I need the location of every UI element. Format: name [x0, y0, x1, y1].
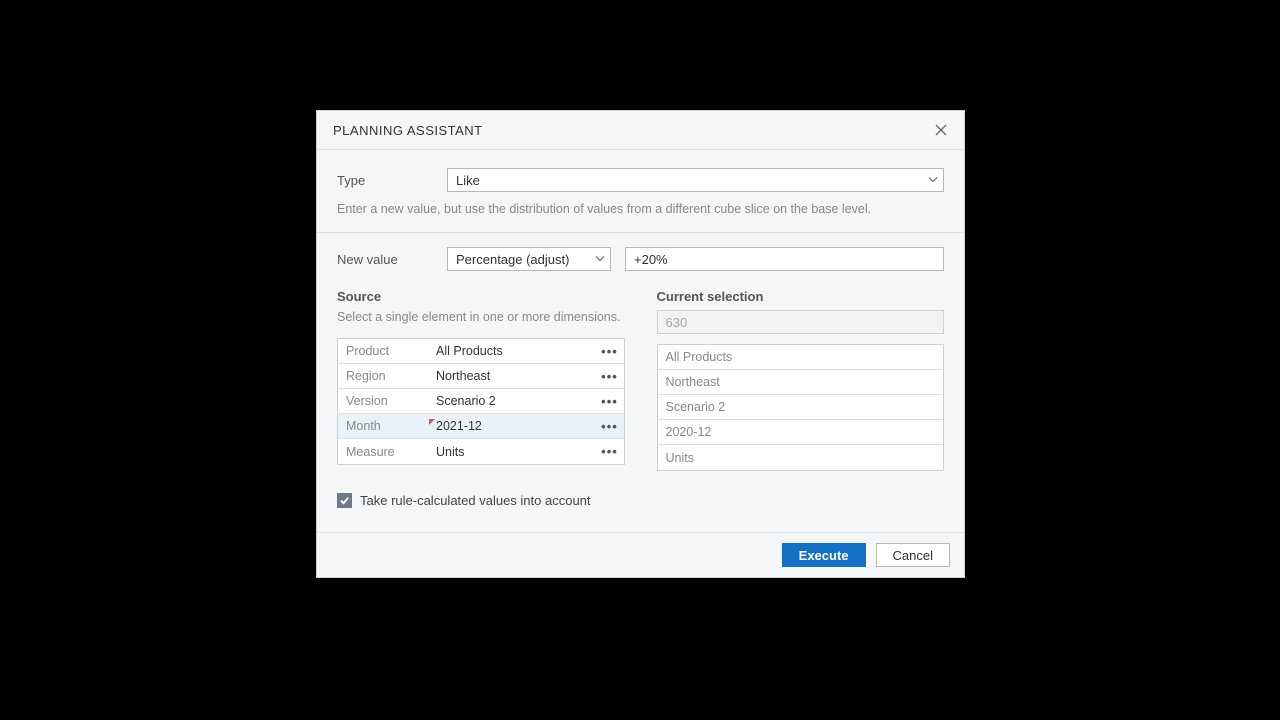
- selection-row: All Products: [658, 345, 944, 370]
- dimension-label: Measure: [338, 445, 430, 459]
- check-icon: [339, 495, 350, 506]
- source-row-region[interactable]: RegionNortheast •••: [338, 364, 624, 389]
- cancel-label: Cancel: [893, 548, 933, 563]
- dimension-label: Region: [338, 369, 430, 383]
- rule-checkbox-label[interactable]: Take rule-calculated values into account: [360, 493, 591, 508]
- ellipsis-icon: •••: [601, 369, 618, 384]
- dimension-label: Month: [338, 419, 430, 433]
- source-title: Source: [337, 289, 625, 304]
- source-row-measure[interactable]: MeasureUnits •••: [338, 439, 624, 464]
- ellipsis-icon: •••: [601, 394, 618, 409]
- selection-row: Units: [658, 445, 944, 470]
- execute-button[interactable]: Execute: [782, 543, 866, 567]
- source-table: ProductAll Products ••• RegionNortheast •••…: [337, 338, 625, 465]
- dimension-value: Units: [430, 445, 596, 459]
- selection-row: 2020-12: [658, 420, 944, 445]
- columns: Source Select a single element in one or…: [337, 289, 944, 471]
- more-button[interactable]: •••: [596, 394, 624, 409]
- selection-table: All ProductsNortheastScenario 22020-12Un…: [657, 344, 945, 471]
- execute-label: Execute: [799, 548, 849, 563]
- source-row-product[interactable]: ProductAll Products •••: [338, 339, 624, 364]
- selection-row: Scenario 2: [658, 395, 944, 420]
- new-value-mode-wrap: Percentage (adjust): [447, 247, 611, 271]
- source-column: Source Select a single element in one or…: [337, 289, 625, 471]
- source-row-version[interactable]: VersionScenario 2 •••: [338, 389, 624, 414]
- dialog-title: PLANNING ASSISTANT: [333, 123, 483, 138]
- new-value-row: New value Percentage (adjust): [337, 247, 944, 271]
- dialog-footer: Execute Cancel: [317, 532, 964, 577]
- rule-checkbox[interactable]: [337, 493, 352, 508]
- selection-preview: 630: [657, 310, 945, 334]
- divider: [317, 232, 964, 233]
- more-button[interactable]: •••: [596, 344, 624, 359]
- selection-row: Northeast: [658, 370, 944, 395]
- type-select[interactable]: Like: [447, 168, 944, 192]
- new-value-label: New value: [337, 252, 447, 267]
- more-button[interactable]: •••: [596, 369, 624, 384]
- new-value-mode-select[interactable]: Percentage (adjust): [447, 247, 611, 271]
- type-label: Type: [337, 173, 447, 188]
- dimension-label: Product: [338, 344, 430, 358]
- dimension-value: All Products: [430, 344, 596, 358]
- type-row: Type Like: [337, 168, 944, 192]
- type-select-wrap: Like: [447, 168, 944, 192]
- dimension-label: Version: [338, 394, 430, 408]
- close-icon: [935, 124, 947, 136]
- ellipsis-icon: •••: [601, 344, 618, 359]
- dialog-header: PLANNING ASSISTANT: [317, 111, 964, 150]
- more-button[interactable]: •••: [596, 419, 624, 434]
- close-button[interactable]: [932, 121, 950, 139]
- selection-column: Current selection 630 All ProductsNorthe…: [657, 289, 945, 471]
- more-button[interactable]: •••: [596, 444, 624, 459]
- cancel-button[interactable]: Cancel: [876, 543, 950, 567]
- type-hint: Enter a new value, but use the distribut…: [337, 202, 944, 216]
- dimension-value: Scenario 2: [430, 394, 596, 408]
- checkbox-row: Take rule-calculated values into account: [337, 493, 944, 508]
- planning-assistant-dialog: PLANNING ASSISTANT Type Like Enter a new…: [316, 110, 965, 578]
- new-value-mode-value: Percentage (adjust): [456, 252, 569, 267]
- dimension-value: Northeast: [430, 369, 596, 383]
- dimension-value: 2021-12: [430, 419, 596, 433]
- change-marker-icon: [429, 419, 435, 425]
- ellipsis-icon: •••: [601, 444, 618, 459]
- source-row-month[interactable]: Month2021-12 •••: [338, 414, 624, 439]
- new-value-input[interactable]: [625, 247, 944, 271]
- ellipsis-icon: •••: [601, 419, 618, 434]
- dialog-body: Type Like Enter a new value, but use the…: [317, 150, 964, 532]
- selection-title: Current selection: [657, 289, 945, 304]
- source-hint: Select a single element in one or more d…: [337, 310, 625, 328]
- type-select-value: Like: [456, 173, 480, 188]
